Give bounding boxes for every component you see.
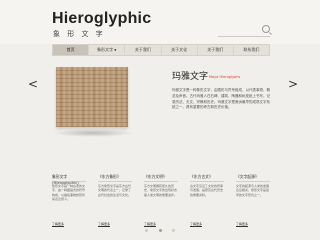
- pagination-dots: [145, 229, 175, 232]
- site-title[interactable]: Hieroglyphic: [52, 10, 151, 28]
- main-nav: 首页 象形文字▼ 关于我们 关于文化 关于我们 联系我们: [52, 44, 270, 56]
- card-text: 象形文字是一种古老的文字，由一种图画式的符号构成，以描绘事物的形状来表达意义。: [52, 184, 86, 202]
- pagination-dot[interactable]: [172, 229, 175, 232]
- site-subtitle: 象 形 文 字: [53, 30, 106, 38]
- nav-label: 关于文化: [171, 47, 188, 52]
- card-text: 古文字见证了文化的传承与发展，是研究古代历史的重要资料。: [190, 184, 224, 197]
- card-divider: [236, 181, 270, 182]
- chevron-down-icon: ▼: [114, 48, 117, 52]
- image-shadow: [52, 129, 134, 137]
- nav-item-home[interactable]: 首页: [53, 45, 90, 55]
- card-title: 《东方文明》: [144, 174, 167, 179]
- card-text: 东方象形文字是东方古代文明的代表之一，记录了古代社会的生活与文化。: [98, 184, 132, 197]
- card-hieroglyphic: 象形文字(Hieroglyphic) 象形文字是一种古老的文字，由一种图画式的符…: [52, 174, 86, 227]
- nav-item-culture[interactable]: 关于文化: [162, 45, 198, 55]
- prev-arrow[interactable]: <: [28, 77, 38, 91]
- card-text: 文字的起源与人类的发展息息相关，象形文字是最早的文字形式之一。: [236, 184, 270, 197]
- feature-cards: 象形文字(Hieroglyphic) 象形文字是一种古老的文字，由一种图画式的符…: [52, 174, 270, 227]
- card-title: 《东方象形》: [98, 174, 121, 179]
- nav-label: 象形文字: [97, 47, 114, 52]
- search-box[interactable]: [218, 25, 270, 37]
- pagination-dot-active[interactable]: [158, 229, 162, 232]
- nav-label: 关于我们: [134, 47, 151, 52]
- card-more-link[interactable]: 了解更多: [236, 222, 249, 227]
- card-more-link[interactable]: 了解更多: [190, 222, 203, 227]
- slide-text: 玛雅文字是一种象形文字，由图形与符号组成，以代表事物、概念及声音。古代玛雅人在石…: [172, 88, 270, 110]
- hieroglyph-image: [56, 67, 128, 127]
- card-title: 象形文字(Hieroglyphic): [52, 174, 79, 185]
- card-divider: [190, 181, 224, 182]
- card-divider: [98, 181, 132, 182]
- card-divider: [144, 181, 178, 182]
- pagination-dot[interactable]: [145, 229, 148, 232]
- card-more-link[interactable]: 了解更多: [144, 222, 157, 227]
- card-more-link[interactable]: 了解更多: [98, 222, 111, 227]
- card-text: 东方文明拥有悠久的历史，象形文字的出现标志着人类文明的重要进步。: [144, 184, 178, 197]
- card-more-link[interactable]: 了解更多: [52, 222, 65, 227]
- site-header: Hieroglyphic 象 形 文 字: [0, 0, 320, 44]
- nav-label: 联系我们: [243, 47, 260, 52]
- slide-title-en: Maya Hieroglyphs: [209, 75, 241, 79]
- nav-label: 关于我们: [207, 47, 224, 52]
- hero-slider: 玛雅文字 Maya Hieroglyphs 玛雅文字是一种象形文字，由图形与符号…: [52, 67, 270, 153]
- nav-item-hieroglyphs[interactable]: 象形文字▼: [89, 45, 126, 55]
- nav-item-about-2[interactable]: 关于我们: [198, 45, 234, 55]
- card-title: 《文字起源》: [236, 174, 259, 179]
- nav-item-about[interactable]: 关于我们: [125, 45, 162, 55]
- card-eastern-civilization: 《东方文明》 东方文明拥有悠久的历史，象形文字的出现标志着人类文明的重要进步。 …: [144, 174, 178, 227]
- nav-item-contact[interactable]: 联系我们: [234, 45, 269, 55]
- card-writing-origin: 《文字起源》 文字的起源与人类的发展息息相关，象形文字是最早的文字形式之一。 了…: [236, 174, 270, 227]
- card-eastern-ancient: 《东方古文》 古文字见证了文化的传承与发展，是研究古代历史的重要资料。 了解更多: [190, 174, 224, 227]
- nav-label: 首页: [66, 47, 75, 52]
- card-title: 《东方古文》: [190, 174, 213, 179]
- search-icon[interactable]: [262, 25, 270, 33]
- slide-title: 玛雅文字: [172, 72, 209, 82]
- card-eastern-hieroglyphs: 《东方象形》 东方象形文字是东方古代文明的代表之一，记录了古代社会的生活与文化。…: [98, 174, 132, 227]
- next-arrow[interactable]: >: [288, 77, 298, 91]
